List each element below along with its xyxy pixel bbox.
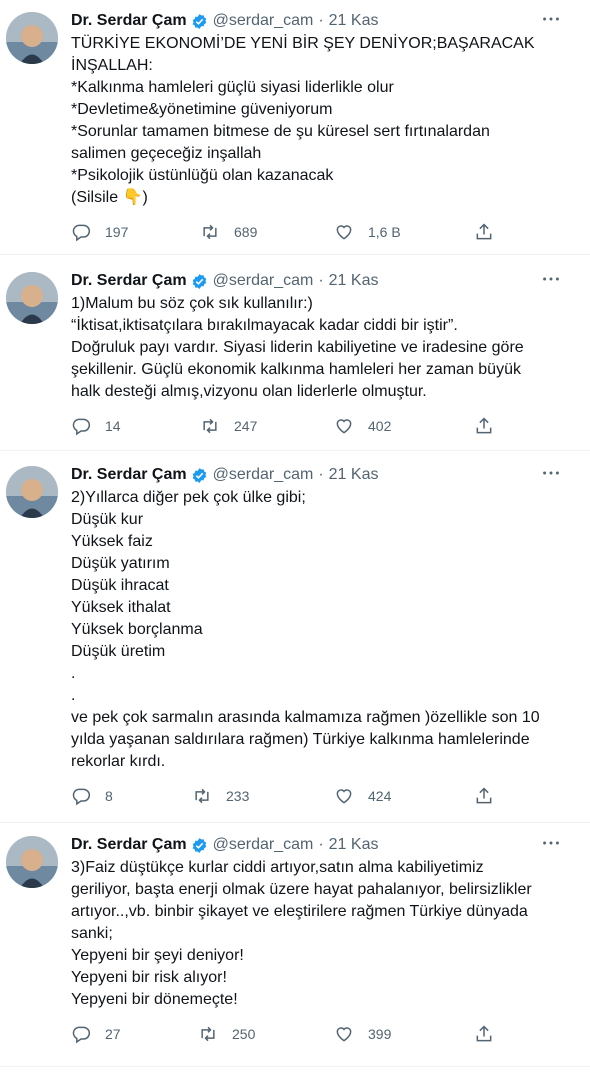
retweet-button[interactable]: 689 [200,222,257,242]
tweet-date[interactable]: 21 Kas [329,12,379,30]
separator-dot: · [318,12,324,29]
author-handle[interactable]: @serdar_cam [213,12,314,30]
share-icon [476,1025,492,1042]
share-button[interactable] [474,222,508,242]
like-count: 1,6 B [368,224,401,240]
tweet-text: 3)Faiz düştükçe kurlar ciddi artıyor,sat… [71,859,532,1008]
like-button[interactable]: 399 [334,1024,391,1044]
author-handle[interactable]: @serdar_cam [213,272,314,290]
like-button[interactable]: 402 [334,416,391,436]
reply-count: 27 [105,1026,121,1042]
tweet-date[interactable]: 21 Kas [329,466,379,484]
retweet-button[interactable]: 233 [192,786,249,806]
like-button[interactable]: 1,6 B [334,222,401,242]
tweet-date[interactable]: 21 Kas [329,272,379,290]
reply-icon [72,224,91,242]
retweet-count: 689 [234,224,258,240]
like-icon [336,225,352,240]
reply-button[interactable]: 8 [71,786,113,806]
author-name[interactable]: Dr. Serdar Çam [71,466,187,484]
more-options-icon[interactable] [540,832,562,854]
tweet-header: Dr. Serdar Çam @serdar_cam · 21 Kas [71,10,378,32]
verified-badge-icon [192,837,206,853]
share-icon [476,223,492,240]
avatar[interactable] [6,836,58,888]
tweet-divider [0,1066,590,1067]
separator-dot: · [318,466,324,483]
tweet-actions: 197 689 1,6 B [0,222,590,246]
tweet-header: Dr. Serdar Çam @serdar_cam · 21 Kas [71,834,378,856]
tweet-header: Dr. Serdar Çam @serdar_cam · 21 Kas [71,464,378,486]
more-options-icon[interactable] [540,8,562,30]
tweet-header: Dr. Serdar Çam @serdar_cam · 21 Kas [71,270,378,292]
avatar[interactable] [6,12,58,64]
tweet-divider [0,450,590,451]
avatar[interactable] [6,466,58,518]
like-count: 424 [368,788,392,804]
like-count: 399 [368,1026,392,1042]
tweet-actions: 8 233 424 [0,786,590,810]
tweet-text: TÜRKİYE EKONOMİ’DE YENİ BİR ŞEY DENİYOR;… [71,35,535,206]
like-icon [336,789,352,804]
share-icon [476,417,492,434]
retweet-icon [195,788,209,804]
tweet-divider [0,254,590,255]
verified-badge-icon [192,273,206,289]
reply-icon [72,1026,91,1044]
share-icon [476,787,492,804]
share-button[interactable] [474,416,508,436]
retweet-icon [201,1026,215,1042]
like-button[interactable]: 424 [334,786,391,806]
reply-icon [72,418,91,436]
tweet-divider [0,822,590,823]
retweet-count: 247 [234,418,258,434]
more-options-icon[interactable] [540,268,562,290]
author-handle[interactable]: @serdar_cam [213,836,314,854]
retweet-count: 233 [226,788,250,804]
tweet-text: 2)Yıllarca diğer pek çok ülke gibi; Düşü… [71,489,540,770]
tweet-text: 1)Malum bu söz çok sık kullanılır:) “İkt… [71,295,524,400]
reply-icon [72,788,91,806]
reply-count: 197 [105,224,129,240]
reply-count: 14 [105,418,121,434]
tweet-date[interactable]: 21 Kas [329,836,379,854]
tweet-actions: 27 250 399 [0,1024,590,1048]
like-count: 402 [368,418,392,434]
author-name[interactable]: Dr. Serdar Çam [71,272,187,290]
tweet-actions: 14 247 402 [0,416,590,440]
share-button[interactable] [474,786,508,806]
verified-badge-icon [192,467,206,483]
like-icon [336,419,352,434]
retweet-count: 250 [232,1026,256,1042]
verified-badge-icon [192,13,206,29]
reply-button[interactable]: 14 [71,416,121,436]
author-handle[interactable]: @serdar_cam [213,466,314,484]
reply-button[interactable]: 197 [71,222,128,242]
like-icon [336,1027,352,1042]
author-name[interactable]: Dr. Serdar Çam [71,836,187,854]
avatar[interactable] [6,272,58,324]
retweet-button[interactable]: 247 [200,416,257,436]
separator-dot: · [318,836,324,853]
retweet-icon [203,224,217,240]
separator-dot: · [318,272,324,289]
retweet-icon [203,418,217,434]
more-options-icon[interactable] [540,462,562,484]
reply-count: 8 [105,788,113,804]
reply-button[interactable]: 27 [71,1024,121,1044]
author-name[interactable]: Dr. Serdar Çam [71,12,187,30]
retweet-button[interactable]: 250 [198,1024,255,1044]
share-button[interactable] [474,1024,508,1044]
